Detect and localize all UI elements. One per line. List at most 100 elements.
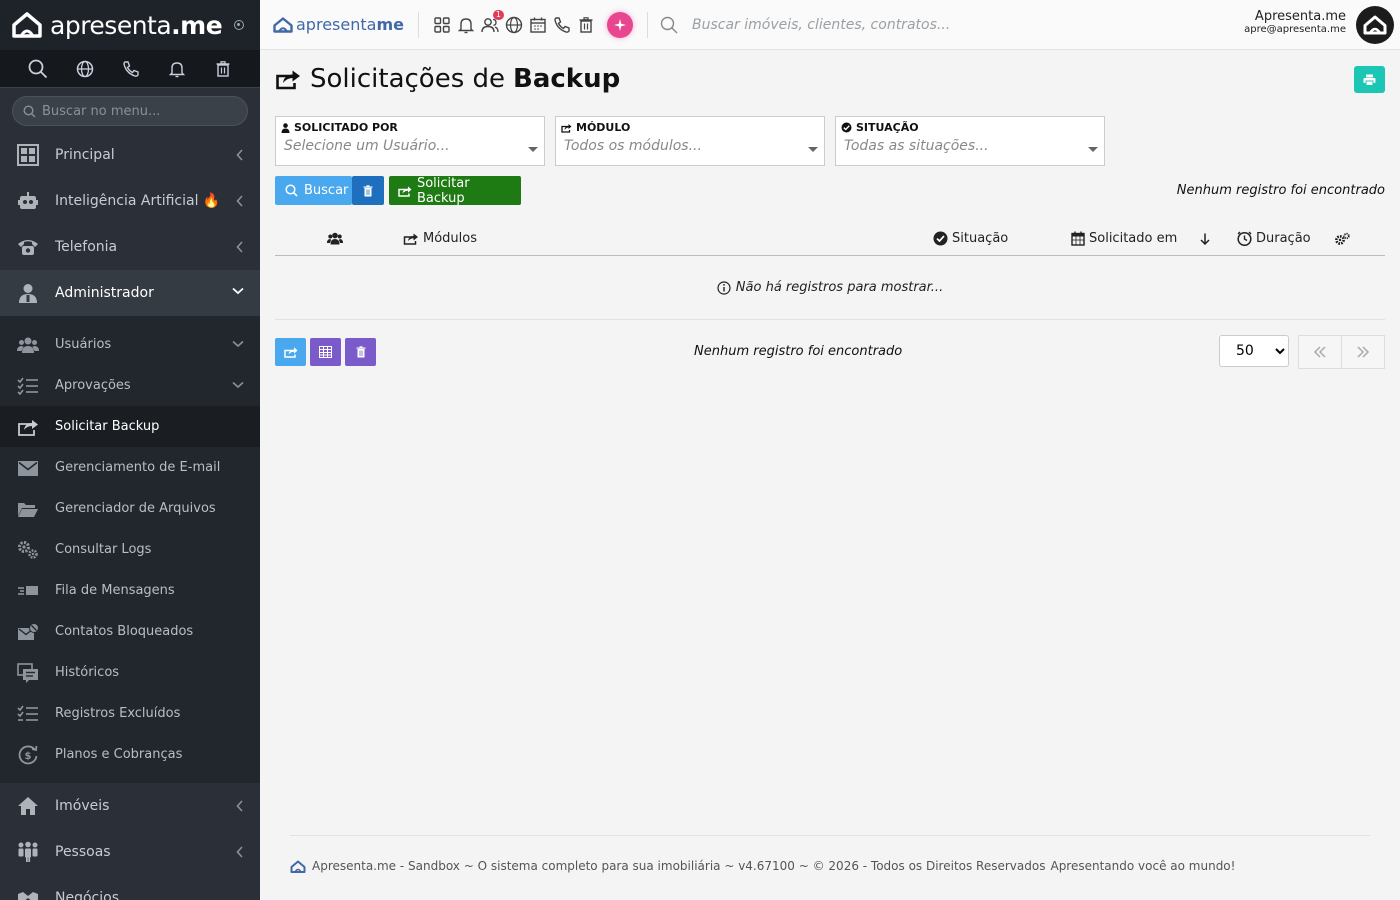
bell-icon[interactable] bbox=[457, 16, 475, 34]
sidebar-item-administrador[interactable]: Administrador bbox=[0, 270, 260, 316]
delete-button[interactable] bbox=[345, 338, 376, 366]
home-icon bbox=[16, 794, 40, 818]
avatar[interactable] bbox=[1356, 6, 1394, 44]
search-icon[interactable] bbox=[28, 59, 48, 79]
sidebar-item-solicitar-backup[interactable]: Solicitar Backup bbox=[0, 406, 260, 447]
records-count-bottom: Nenhum registro foi encontrado bbox=[694, 344, 903, 359]
sort-desc-icon[interactable] bbox=[1200, 233, 1210, 245]
sidebar-item-label: Gerenciador de Arquivos bbox=[55, 501, 216, 516]
sidebar-item-excluidos[interactable]: Registros Excluídos bbox=[0, 693, 260, 734]
filter-situacao[interactable]: SITUAÇÃO Todas as situações... bbox=[835, 116, 1105, 166]
clear-filters-button[interactable] bbox=[352, 176, 384, 205]
main-content: Solicitações de Backup SOLICITADO POR Se… bbox=[275, 50, 1385, 900]
print-button[interactable] bbox=[1354, 66, 1385, 93]
columns-button[interactable] bbox=[310, 338, 341, 366]
search-button[interactable]: Buscar bbox=[275, 176, 352, 205]
sidebar-item-arquivos[interactable]: Gerenciador de Arquivos bbox=[0, 488, 260, 529]
page-title: Solicitações de Backup bbox=[275, 64, 620, 94]
trash-icon[interactable] bbox=[577, 16, 595, 34]
admin-user-icon bbox=[16, 281, 40, 305]
handshake-icon bbox=[16, 886, 40, 900]
column-duracao[interactable]: Duração bbox=[1237, 231, 1311, 246]
column-users[interactable] bbox=[327, 232, 343, 245]
sidebar-item-bloqueados[interactable]: Contatos Bloqueados bbox=[0, 611, 260, 652]
sidebar-item-pessoas[interactable]: Pessoas bbox=[0, 829, 260, 875]
topbar-logo[interactable]: apresentame bbox=[273, 15, 404, 34]
sidebar-item-label: Planos e Cobranças bbox=[55, 747, 183, 762]
topbar: apresentame 1 Buscar imóveis, clientes, … bbox=[260, 0, 1400, 50]
chevron-left-icon bbox=[236, 195, 243, 207]
filter-placeholder: Todos os módulos... bbox=[564, 138, 702, 154]
trash-icon[interactable] bbox=[214, 60, 232, 78]
sidebar-item-ia[interactable]: Inteligência Artificial 🔥 bbox=[0, 178, 260, 224]
share-icon bbox=[16, 415, 40, 439]
column-modulos[interactable]: Módulos bbox=[403, 231, 477, 246]
sidebar-item-imoveis[interactable]: Imóveis bbox=[0, 783, 260, 829]
chevron-down-icon bbox=[232, 381, 244, 389]
svg-text:$: $ bbox=[25, 751, 32, 762]
sidebar-item-telefonia[interactable]: Telefonia bbox=[0, 224, 260, 270]
phone-icon[interactable] bbox=[122, 60, 140, 78]
logo-house-icon bbox=[12, 12, 42, 38]
ai-assistant-button[interactable] bbox=[606, 11, 633, 38]
apps-grid-icon[interactable] bbox=[433, 16, 451, 34]
sidebar-item-planos[interactable]: $ Planos e Cobranças bbox=[0, 734, 260, 775]
sidebar-item-label: Gerenciamento de E-mail bbox=[55, 460, 221, 475]
sidebar-item-usuarios[interactable]: Usuários bbox=[0, 324, 260, 365]
chevron-left-icon bbox=[236, 846, 243, 858]
filter-placeholder: Selecione um Usuário... bbox=[284, 138, 450, 154]
sidebar-item-label: Históricos bbox=[55, 665, 120, 680]
sidebar-item-logs[interactable]: Consultar Logs bbox=[0, 529, 260, 570]
logo-house-icon bbox=[273, 16, 293, 33]
global-search-input[interactable]: Buscar imóveis, clientes, contratos... bbox=[660, 16, 950, 34]
globe-icon[interactable] bbox=[76, 60, 94, 78]
filter-solicitado-por[interactable]: SOLICITADO POR Selecione um Usuário... bbox=[275, 116, 545, 166]
sidebar: apresenta.me Buscar no menu... Principal… bbox=[0, 0, 260, 900]
sidebar-item-fila[interactable]: Fila de Mensagens bbox=[0, 570, 260, 611]
footer-text: Apresenta.me - Sandbox ~ O sistema compl… bbox=[312, 859, 1046, 873]
people-icon bbox=[16, 840, 40, 864]
per-page-select[interactable]: 10 25 50 100 bbox=[1219, 335, 1289, 367]
columns-icon bbox=[319, 346, 332, 358]
search-icon bbox=[23, 104, 36, 117]
sidebar-search-input[interactable]: Buscar no menu... bbox=[12, 96, 248, 126]
globe-icon[interactable] bbox=[505, 16, 523, 34]
sidebar-item-label: Pessoas bbox=[55, 844, 111, 860]
sidebar-item-aprovacoes[interactable]: Aprovações bbox=[0, 365, 260, 406]
pagination-next-button[interactable] bbox=[1341, 335, 1385, 369]
users-notification[interactable]: 1 bbox=[481, 9, 504, 34]
bell-icon[interactable] bbox=[168, 60, 186, 78]
pagination-prev-button[interactable] bbox=[1298, 335, 1342, 369]
share-icon bbox=[276, 70, 300, 90]
printer-icon bbox=[1363, 74, 1376, 86]
footer-tagline: Apresentando você ao mundo! bbox=[1050, 859, 1236, 873]
sidebar-item-historicos[interactable]: Históricos bbox=[0, 652, 260, 693]
column-situacao[interactable]: Situação bbox=[933, 231, 1008, 246]
phone-icon[interactable] bbox=[553, 16, 571, 34]
robot-icon bbox=[16, 189, 40, 213]
check-circle-icon bbox=[841, 122, 852, 133]
billing-icon: $ bbox=[16, 743, 40, 767]
user-info[interactable]: Apresenta.me apre@apresenta.me bbox=[1244, 9, 1346, 35]
sidebar-item-label: Telefonia bbox=[55, 239, 118, 255]
sidebar-item-negocios[interactable]: Negócios bbox=[0, 875, 260, 900]
calendar-icon bbox=[1071, 231, 1085, 246]
brand-toggle-icon[interactable] bbox=[234, 20, 245, 30]
request-backup-button[interactable]: Solicitar Backup bbox=[389, 176, 521, 206]
sidebar-item-label: Contatos Bloqueados bbox=[55, 624, 194, 639]
trash-icon bbox=[356, 346, 365, 358]
sidebar-item-principal[interactable]: Principal bbox=[0, 132, 260, 178]
user-icon bbox=[281, 122, 290, 133]
column-solicitado-em[interactable]: Solicitado em bbox=[1071, 231, 1177, 246]
calendar-icon[interactable] bbox=[529, 16, 547, 34]
checklist-icon bbox=[16, 374, 40, 398]
sidebar-brand[interactable]: apresenta.me bbox=[0, 0, 260, 50]
export-button[interactable] bbox=[275, 338, 306, 366]
info-icon bbox=[717, 280, 731, 295]
share-icon bbox=[398, 185, 412, 197]
column-settings[interactable] bbox=[1334, 232, 1350, 246]
sidebar-item-email[interactable]: Gerenciamento de E-mail bbox=[0, 447, 260, 488]
filter-modulo[interactable]: MÓDULO Todos os módulos... bbox=[555, 116, 825, 166]
gears-icon bbox=[16, 538, 40, 562]
brand-text: apresenta.me bbox=[50, 10, 223, 40]
